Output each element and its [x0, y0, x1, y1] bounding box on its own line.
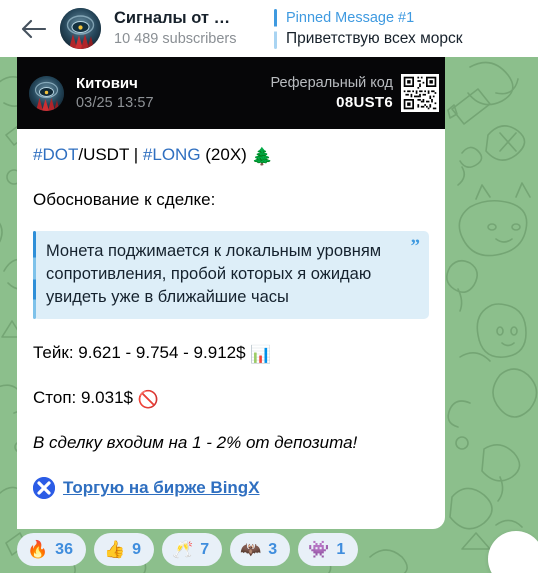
stop-loss-line: Стоп: 9.031$ 🚫 [33, 386, 429, 411]
back-button[interactable] [10, 6, 56, 52]
exchange-link-row[interactable]: Торгую на бирже BingX [33, 476, 429, 499]
reaction-fire[interactable]: 🔥 36 [17, 533, 86, 566]
reaction-blue[interactable]: 👾 1 [298, 533, 359, 566]
pinned-message-title: Pinned Message #1 [286, 9, 415, 26]
reaction-bar: 🔥 36 👍 9 🥂 7 🦇 3 👾 1 [17, 533, 445, 566]
channel-avatar[interactable] [60, 8, 101, 49]
dark-creature-icon: 🦇 [240, 540, 262, 559]
leverage: (20X) [200, 145, 252, 164]
channel-title: Сигналы от … [114, 9, 231, 27]
chat-background: Китович 03/25 13:57 Реферальный код 08US… [0, 57, 538, 573]
quote-block: Монета поджимается к локальным уровням с… [33, 231, 429, 319]
quote-accent-bar [33, 231, 36, 319]
channel-info[interactable]: Сигналы от … 10 489 subscribers [114, 8, 266, 49]
hashtag-long[interactable]: #LONG [143, 145, 201, 164]
quote-text: Монета поджимается к локальным уровням с… [46, 242, 382, 306]
reaction-fire-count: 36 [55, 540, 73, 558]
fire-icon: 🔥 [27, 540, 49, 559]
message-bubble[interactable]: Китович 03/25 13:57 Реферальный код 08US… [17, 57, 445, 529]
back-arrow-icon [21, 19, 46, 38]
message-body: #DOT/USDT | #LONG (20X) 🌲 Обоснование к … [17, 129, 445, 499]
pinned-indicator-bar [274, 8, 277, 49]
author-name: Китович [76, 74, 138, 92]
bingx-link[interactable]: Торгую на бирже BingX [63, 476, 260, 499]
pinned-message-preview: Приветствую всех морск [286, 29, 463, 47]
stop-loss-text: Стоп: 9.031$ [33, 388, 138, 407]
bingx-logo-icon [33, 476, 55, 499]
prohibited-icon: 🚫 [137, 390, 159, 409]
deposit-note: В сделку входим на 1 - 2% от депозита! [33, 433, 358, 452]
take-profit-text: Тейк: 9.621 - 9.754 - 9.912$ [33, 343, 251, 362]
channel-avatar-art [60, 8, 101, 49]
message-banner: Китович 03/25 13:57 Реферальный код 08US… [17, 57, 445, 129]
tree-icon: 🌲 [251, 147, 273, 166]
champagne-icon: 🥂 [172, 540, 194, 559]
blue-creature-icon: 👾 [308, 540, 330, 559]
reaction-champagne-count: 7 [200, 540, 210, 558]
app-header: Сигналы от … 10 489 subscribers Pinned M… [0, 0, 538, 57]
referral-label: Реферальный код [270, 74, 393, 91]
hashtag-dot[interactable]: #DOT [33, 145, 78, 164]
pair-line: #DOT/USDT | #LONG (20X) 🌲 [33, 143, 429, 168]
referral-block: Реферальный код 08UST6 [270, 74, 439, 113]
author-info: Китович 03/25 13:57 [76, 74, 154, 113]
message-date: 03/25 13:57 [76, 94, 154, 111]
pinned-message-bar[interactable]: Pinned Message #1 Приветствую всех морск [274, 8, 538, 50]
pair-separator: /USDT | [78, 145, 143, 164]
referral-code: 08UST6 [336, 93, 393, 111]
reaction-dark[interactable]: 🦇 3 [230, 533, 291, 566]
reaction-champagne[interactable]: 🥂 7 [162, 533, 223, 566]
pinned-message-text: Pinned Message #1 Приветствую всех морск [286, 8, 463, 50]
bar-chart-icon: 📊 [250, 345, 272, 364]
bingx-logo-art [33, 476, 55, 499]
reaction-thumbs-up[interactable]: 👍 9 [93, 533, 155, 566]
reason-heading: Обоснование к сделке: [33, 190, 216, 209]
channel-subscribers: 10 489 subscribers [114, 31, 237, 47]
reaction-dark-count: 3 [268, 540, 278, 558]
thumbs-up-icon: 👍 [103, 540, 126, 559]
author-avatar-art [29, 75, 64, 111]
take-profit-line: Тейк: 9.621 - 9.754 - 9.912$ 📊 [33, 341, 429, 366]
reaction-blue-count: 1 [336, 540, 346, 558]
reaction-thumbs-up-count: 9 [132, 540, 142, 558]
qr-code-icon [401, 74, 439, 112]
author-avatar[interactable] [29, 75, 64, 111]
quote-mark-icon: ” [410, 236, 421, 257]
referral-labels: Реферальный код 08UST6 [270, 74, 393, 113]
